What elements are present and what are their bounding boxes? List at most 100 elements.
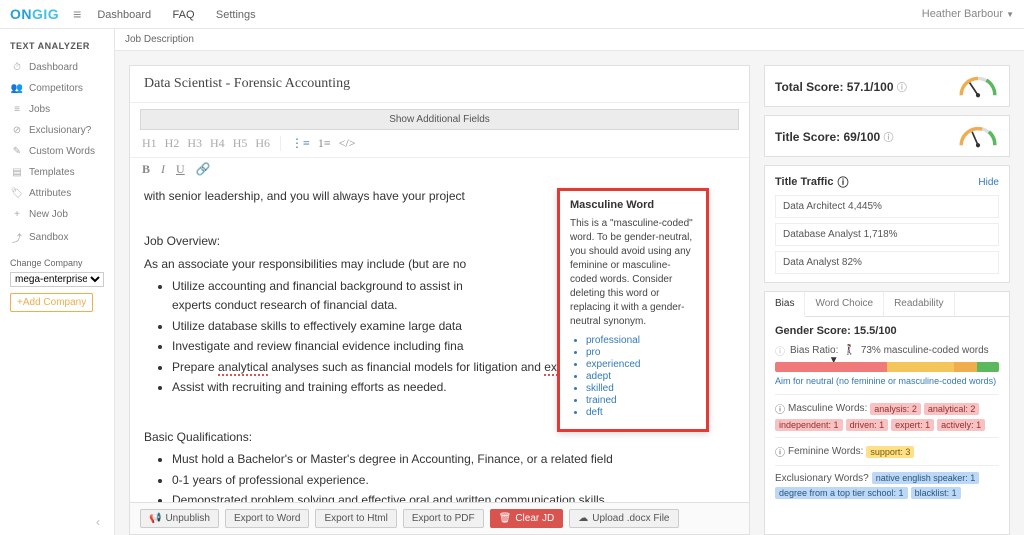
synonym-link[interactable]: skilled <box>586 383 696 394</box>
bias-bar <box>775 362 999 372</box>
templates-icon: ▤ <box>10 167 24 178</box>
tab-word-choice[interactable]: Word Choice <box>805 292 884 316</box>
word-chip[interactable]: expert: 1 <box>891 419 934 431</box>
export-word-button[interactable]: Export to Word <box>225 509 310 528</box>
synonym-link[interactable]: trained <box>586 395 696 406</box>
word-chip[interactable]: analysis: 2 <box>870 403 921 415</box>
sandbox-icon: ⤴ <box>10 230 24 245</box>
gauge-icon <box>957 74 999 98</box>
sidebar-item-label: Templates <box>29 167 75 178</box>
sidebar: TEXT ANALYZER ⏱Dashboard 👥Competitors ≡J… <box>0 29 115 535</box>
unpublish-button[interactable]: 📢 Unpublish <box>140 509 219 528</box>
job-title: Data Scientist - Forensic Accounting <box>130 66 749 103</box>
aim-neutral-link[interactable]: Aim for neutral (no feminine or masculin… <box>775 376 999 386</box>
top-nav: Dashboard FAQ Settings <box>97 7 273 21</box>
synonym-link[interactable]: pro <box>586 347 696 358</box>
traffic-row[interactable]: Data Analyst 82% <box>775 251 999 274</box>
user-name: Heather Barbour <box>922 8 1003 20</box>
synonym-link[interactable]: deft <box>586 407 696 418</box>
link-icon[interactable]: 🔗 <box>196 162 211 176</box>
heading-h4-button[interactable]: H4 <box>210 136 225 151</box>
competitors-icon: 👥 <box>10 83 24 94</box>
word-chip[interactable]: independent: 1 <box>775 419 843 431</box>
italic-icon[interactable]: I <box>161 162 165 176</box>
feminine-words-label: Feminine Words: <box>788 446 863 457</box>
show-additional-fields-button[interactable]: Show Additional Fields <box>140 109 739 130</box>
nav-settings[interactable]: Settings <box>216 9 256 21</box>
collapse-sidebar-icon[interactable]: ‹ <box>96 515 100 529</box>
gender-icon: 🚶‍♀️ <box>843 345 855 356</box>
word-chip[interactable]: degree from a top tier school: 1 <box>775 487 908 499</box>
info-icon[interactable]: ⓘ <box>884 133 894 144</box>
sidebar-item-new-job[interactable]: +New Job <box>0 204 114 225</box>
info-icon[interactable]: ⓘ <box>837 174 848 190</box>
hamburger-icon[interactable]: ≡ <box>73 6 81 22</box>
sidebar-nav: ⏱Dashboard 👥 Competitors ≡Jobs ⊘Exclusion… <box>0 57 114 250</box>
traffic-row[interactable]: Data Architect 4,445% <box>775 195 999 218</box>
sidebar-item-label: Attributes <box>29 188 71 199</box>
sidebar-item-label: Sandbox <box>29 232 68 243</box>
clear-jd-button[interactable]: 🗑 Clear JD <box>490 509 564 528</box>
traffic-row[interactable]: Database Analyst 1,718% <box>775 223 999 246</box>
custom-words-icon: ✎ <box>10 146 24 157</box>
info-icon[interactable]: ⓘ <box>775 444 785 459</box>
right-panel: Total Score: 57.1/100 ⓘ Title Score: 69/… <box>764 65 1010 535</box>
sidebar-item-attributes[interactable]: 🏷Attributes <box>0 183 114 204</box>
sidebar-item-exclusionary[interactable]: ⊘Exclusionary? <box>0 120 114 141</box>
heading-h2-button[interactable]: H2 <box>165 136 180 151</box>
heading-h6-button[interactable]: H6 <box>255 136 270 151</box>
breadcrumb: Job Description <box>115 29 1024 51</box>
export-pdf-button[interactable]: Export to PDF <box>403 509 484 528</box>
word-chip[interactable]: actively: 1 <box>937 419 985 431</box>
tab-readability[interactable]: Readability <box>884 292 954 316</box>
sidebar-item-label: Jobs <box>29 104 50 115</box>
synonym-link[interactable]: adept <box>586 371 696 382</box>
underline-icon[interactable]: U <box>176 162 185 176</box>
bias-ratio-value: 73% masculine-coded words <box>861 345 989 356</box>
info-icon[interactable]: ⓘ <box>775 343 785 358</box>
title-traffic-box: Title Traffic ⓘHide Data Architect 4,445… <box>764 165 1010 283</box>
synonym-link[interactable]: professional <box>586 335 696 346</box>
title-score-box: Title Score: 69/100 ⓘ <box>764 115 1010 157</box>
heading-h3-button[interactable]: H3 <box>187 136 202 151</box>
tab-bias[interactable]: Bias <box>765 292 805 317</box>
doc-text: with senior leadership, and you will alw… <box>144 189 465 203</box>
sidebar-item-jobs[interactable]: ≡Jobs <box>0 99 114 120</box>
sidebar-item-competitors[interactable]: 👥 Competitors <box>0 78 114 99</box>
nav-faq[interactable]: FAQ <box>173 9 195 21</box>
sidebar-item-label: Competitors <box>29 83 83 94</box>
sidebar-item-sandbox[interactable]: ⤴ Sandbox <box>0 225 114 250</box>
bullet-list-icon[interactable]: ⋮≡ <box>291 136 310 151</box>
numbered-list-icon[interactable]: 1≡ <box>318 136 331 151</box>
heading-h1-button[interactable]: H1 <box>142 136 157 151</box>
masculine-words-label: Masculine Words: <box>788 403 867 414</box>
info-icon[interactable]: ⓘ <box>897 83 907 94</box>
sidebar-item-templates[interactable]: ▤ Templates <box>0 162 114 183</box>
masculine-word-tooltip: Masculine Word This is a "masculine-code… <box>557 188 709 432</box>
word-chip[interactable]: driven: 1 <box>846 419 889 431</box>
heading-h5-button[interactable]: H5 <box>233 136 248 151</box>
user-menu[interactable]: Heather Barbour▼ <box>922 8 1014 20</box>
code-icon[interactable]: </> <box>339 136 356 151</box>
hide-link[interactable]: Hide <box>978 177 999 188</box>
synonym-link[interactable]: experienced <box>586 359 696 370</box>
word-chip[interactable]: blacklist: 1 <box>911 487 961 499</box>
sidebar-item-custom-words[interactable]: ✎Custom Words <box>0 141 114 162</box>
word-chip[interactable]: analytical: 2 <box>924 403 980 415</box>
sidebar-item-dashboard[interactable]: ⏱Dashboard <box>0 57 114 78</box>
gauge-icon <box>957 124 999 148</box>
analysis-tabs: Bias Word Choice Readability <box>765 292 1009 317</box>
word-chip[interactable]: support: 3 <box>866 446 914 458</box>
exclusionary-words-label: Exclusionary Words? <box>775 473 869 484</box>
caret-down-icon: ▼ <box>1006 10 1014 19</box>
add-company-button[interactable]: +Add Company <box>10 293 93 312</box>
company-select[interactable]: mega-enterprises <box>10 272 104 287</box>
sidebar-item-label: New Job <box>29 209 68 220</box>
sidebar-item-label: Exclusionary? <box>29 125 91 136</box>
info-icon[interactable]: ⓘ <box>775 401 785 416</box>
export-html-button[interactable]: Export to Html <box>315 509 396 528</box>
bold-icon[interactable]: B <box>142 162 150 176</box>
word-chip[interactable]: native english speaker: 1 <box>872 472 980 484</box>
nav-dashboard[interactable]: Dashboard <box>97 9 151 21</box>
upload-docx-button[interactable]: ☁ Upload .docx File <box>569 509 678 528</box>
